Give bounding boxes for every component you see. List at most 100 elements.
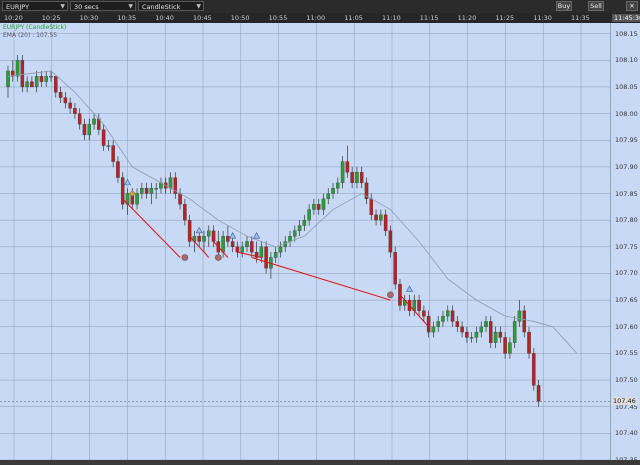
candle-body [92,118,96,125]
candle-body [383,214,388,231]
candle-body [474,331,479,338]
x-tick-label: 10:30 [79,14,99,22]
candle-body [297,225,302,231]
triangle-marker [253,232,261,239]
y-tick-label: 108.15 [615,29,638,38]
candle-body [431,326,436,333]
y-tick-label: 107.85 [615,189,638,198]
x-tick-label: 10:35 [117,14,137,22]
candle-body [293,230,297,237]
y-tick-label: 108.05 [615,82,638,91]
candle-body [116,161,120,178]
candle-body [536,385,541,402]
candle-body [25,81,29,88]
candle-body [465,331,469,338]
chart-legend: EURJPY (CandleStick) EMA (20) : 107.55 [3,24,66,40]
close-button[interactable]: ✕ [626,1,638,11]
candle-body [144,188,149,194]
legend-series: EURJPY (CandleStick) [3,24,67,31]
candle-body [508,342,512,354]
candle-body [489,321,493,343]
y-tick-label: 108.00 [615,109,638,118]
x-tick-label: 10:45 [193,14,212,22]
candle-body [68,102,72,109]
candle-body [355,172,359,184]
y-tick-label: 107.95 [615,136,638,145]
candle-body [106,145,111,147]
candle-body [479,326,483,333]
buy-button[interactable]: Buy [556,1,572,11]
chevron-down-icon: ▼ [128,3,133,10]
signal-line [251,257,391,301]
x-tick-label: 10:20 [4,14,23,22]
x-tick-label: 11:35 [571,14,590,22]
x-tick-label: 11:00 [306,14,326,22]
triangle-marker [195,226,203,234]
y-tick-label: 107.50 [615,376,638,385]
chart-style-value: CandleStick [142,3,181,11]
candle-body [221,236,225,253]
candle-body [54,76,58,93]
close-icon: ✕ [629,2,635,10]
sell-button[interactable]: Sell [588,1,604,11]
x-axis: 10:20 10:25 10:30 10:35 10:40 10:45 10:50 10:55… [0,13,640,23]
candle-body [469,337,474,339]
candle-body [49,76,53,78]
bottom-strip [0,460,640,465]
candle-body [149,188,154,194]
y-tick-label: 107.70 [615,269,638,278]
candle-body [359,172,364,184]
candle-body [460,326,464,333]
candle-body [30,81,34,88]
candle-body [336,182,340,189]
x-tick-label: 10:50 [230,14,250,22]
symbol-dropdown[interactable]: EURJPY ▼ [2,1,68,11]
candle-body [498,331,503,338]
candle-body [522,310,526,333]
y-tick-label: 107.60 [615,322,638,331]
interval-dropdown[interactable]: 30 secs ▼ [70,1,136,11]
candle-body [512,321,517,343]
candle-body [183,204,187,221]
interval-value: 30 secs [74,3,99,11]
candle-body [259,246,264,258]
y-tick-label: 107.80 [615,216,638,225]
candle-body [82,124,87,136]
x-tick-label: 11:15 [419,14,439,22]
candle-body [331,188,335,194]
symbol-value: EURJPY [6,3,30,11]
candle-body [278,246,283,253]
candle-body [34,76,39,88]
candlestick-chart [0,23,610,460]
ema-line [7,70,578,354]
candle-body [484,321,488,327]
candle-body [369,198,374,216]
x-tick-label: 10:40 [155,14,174,22]
x-tick-label: 10:25 [41,14,61,22]
y-tick-label: 107.40 [615,429,638,438]
candle-body [101,129,106,146]
x-tick-label: 11:30 [533,14,552,22]
candle-body [326,193,331,200]
y-current-label: 107.46 [612,397,637,406]
candle-body [436,321,440,327]
chevron-down-icon: ▼ [196,3,201,10]
candle-body [178,193,182,205]
candle-body [207,230,211,237]
candle-body [15,60,20,77]
candle-body [503,337,507,354]
chart-style-dropdown[interactable]: CandleStick ▼ [138,1,204,11]
circle-marker [215,254,222,261]
candle-body [345,161,350,173]
candle-body [422,310,426,317]
signal-line [122,198,181,258]
signal-line [213,241,229,258]
candle-body [87,124,92,136]
y-tick-label: 107.55 [615,349,638,358]
candle-body [316,204,321,210]
candle-body [417,299,421,311]
candle-body [202,236,206,242]
candle-body [379,214,383,221]
candle-body [226,236,230,242]
candle-body [245,241,249,247]
